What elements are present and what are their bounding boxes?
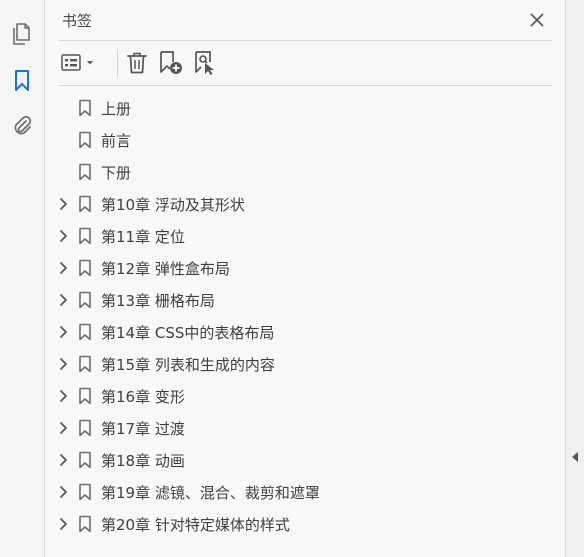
- trash-icon: [127, 52, 147, 74]
- bookmark-item[interactable]: 第15章 列表和生成的内容: [45, 348, 566, 380]
- delete-bookmark-button[interactable]: [125, 50, 149, 76]
- paperclip-icon: [14, 115, 32, 135]
- bookmark-label: 下册: [101, 164, 132, 182]
- close-icon: [530, 13, 544, 27]
- options-menu-icon: [61, 54, 93, 71]
- expand-chevron-icon[interactable]: [56, 228, 70, 244]
- bookmark-item[interactable]: 第14章 CSS中的表格布局: [45, 316, 566, 348]
- bookmark-item[interactable]: 第10章 浮动及其形状: [45, 188, 566, 220]
- bookmark-icon: [78, 291, 92, 309]
- bookmark-list: 上册 前言 下册 第10章 浮动及其形状 第11章 定位 第12章 弹性盒布局 …: [45, 92, 566, 540]
- bookmark-icon: [78, 227, 92, 245]
- expand-chevron-icon[interactable]: [56, 420, 70, 436]
- bookmark-icon: [15, 70, 29, 91]
- bookmark-item[interactable]: 第18章 动画: [45, 444, 566, 476]
- bookmark-icon: [78, 131, 92, 149]
- bookmark-label: 上册: [101, 100, 132, 118]
- expand-chevron-icon[interactable]: [56, 260, 70, 276]
- bookmark-icon: [78, 323, 92, 341]
- bookmark-item[interactable]: 第16章 变形: [45, 380, 566, 412]
- bookmark-icon: [78, 387, 92, 405]
- expand-chevron-icon[interactable]: [56, 292, 70, 308]
- bookmark-label: 第13章 栅格布局: [101, 292, 215, 310]
- bookmark-icon: [78, 99, 92, 117]
- panel-title: 书签: [62, 12, 93, 30]
- page-thumbnails-button[interactable]: [8, 20, 36, 48]
- bookmark-label: 第20章 针对特定媒体的样式: [101, 516, 290, 534]
- attachments-button[interactable]: [8, 112, 36, 140]
- close-button[interactable]: [526, 9, 548, 31]
- bookmark-label: 第17章 过渡: [101, 420, 185, 438]
- expand-chevron-icon[interactable]: [56, 452, 70, 468]
- bookmark-icon: [78, 259, 92, 277]
- navigation-rail: [0, 0, 45, 557]
- bookmark-item[interactable]: 第11章 定位: [45, 220, 566, 252]
- bookmark-icon: [78, 515, 92, 533]
- bookmark-item[interactable]: 第13章 栅格布局: [45, 284, 566, 316]
- bookmark-item[interactable]: 第12章 弹性盒布局: [45, 252, 566, 284]
- bookmark-item[interactable]: 前言: [45, 124, 566, 156]
- bookmark-icon: [78, 163, 92, 181]
- bookmark-label: 第18章 动画: [101, 452, 185, 470]
- bookmark-label: 第12章 弹性盒布局: [101, 260, 230, 278]
- bookmark-item[interactable]: 第19章 滤镜、混合、裁剪和遮罩: [45, 476, 566, 508]
- bookmark-label: 第11章 定位: [101, 228, 185, 246]
- panel-splitter[interactable]: [565, 0, 584, 557]
- options-menu-button[interactable]: [60, 50, 98, 76]
- page-thumbnails-icon: [13, 23, 30, 45]
- expand-chevron-icon[interactable]: [56, 484, 70, 500]
- bookmark-label: 第14章 CSS中的表格布局: [101, 324, 275, 342]
- bookmarks-button[interactable]: [8, 67, 36, 95]
- bookmark-icon: [78, 451, 92, 469]
- expand-chevron-icon[interactable]: [56, 196, 70, 212]
- bookmark-label: 前言: [101, 132, 132, 150]
- find-current-bookmark-button[interactable]: [193, 50, 219, 76]
- new-bookmark-icon: [160, 51, 182, 74]
- bookmarks-window: 书签 上册 前言 下册 第10章 浮动及其形状 第11章 定位 第12章 弹性盒…: [0, 0, 584, 557]
- bookmark-icon: [78, 195, 92, 213]
- expand-chevron-icon[interactable]: [56, 324, 70, 340]
- expand-chevron-icon[interactable]: [56, 516, 70, 532]
- bookmark-item[interactable]: 上册: [45, 92, 566, 124]
- panel-header: 书签: [59, 0, 552, 41]
- bookmark-item[interactable]: 第20章 针对特定媒体的样式: [45, 508, 566, 540]
- expand-chevron-icon[interactable]: [56, 356, 70, 372]
- bookmark-label: 第10章 浮动及其形状: [101, 196, 245, 214]
- collapse-panel-button[interactable]: [570, 450, 580, 464]
- bookmark-icon: [78, 483, 92, 501]
- find-current-bookmark-icon: [195, 51, 214, 75]
- bookmark-label: 第15章 列表和生成的内容: [101, 356, 275, 374]
- bookmarks-panel: 书签 上册 前言 下册 第10章 浮动及其形状 第11章 定位 第12章 弹性盒…: [45, 0, 566, 557]
- bookmark-item[interactable]: 下册: [45, 156, 566, 188]
- triangle-left-icon: [572, 452, 578, 462]
- bookmark-label: 第16章 变形: [101, 388, 185, 406]
- bookmark-item[interactable]: 第17章 过渡: [45, 412, 566, 444]
- new-bookmark-button[interactable]: [158, 50, 184, 76]
- expand-chevron-icon[interactable]: [56, 388, 70, 404]
- bookmark-label: 第19章 滤镜、混合、裁剪和遮罩: [101, 484, 320, 502]
- toolbar-separator: [117, 49, 118, 77]
- bookmark-icon: [78, 355, 92, 373]
- bookmark-icon: [78, 419, 92, 437]
- bookmarks-toolbar: [59, 41, 552, 86]
